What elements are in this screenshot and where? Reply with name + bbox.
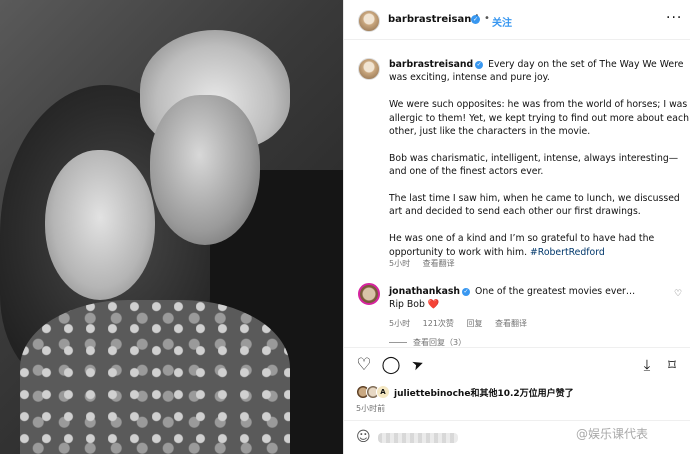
author-avatar[interactable] xyxy=(358,10,380,32)
commenter-username[interactable]: jonathankash xyxy=(389,286,460,297)
caption-meta: 5小时 查看翻译 xyxy=(389,258,465,269)
photo-man-face xyxy=(150,95,260,245)
photo-woman-face xyxy=(45,150,155,300)
caption-paragraph-5: He was one of a kind and I’m so grateful… xyxy=(389,233,655,258)
author-username[interactable]: barbrastreisand xyxy=(388,14,479,25)
download-icon[interactable]: ⤓ xyxy=(637,355,657,375)
caption-avatar[interactable] xyxy=(358,58,380,80)
caption-paragraph-2: We were such opposites: he was from the … xyxy=(389,99,689,138)
view-replies-label: 查看回复（3） xyxy=(413,338,467,347)
comment-reply-button[interactable]: 回复 xyxy=(466,319,482,328)
caption-time: 5小时 xyxy=(389,259,411,268)
heart-outline-icon[interactable]: ♡ xyxy=(354,355,374,375)
post-header: barbrastreisand ✓ • 关注 ··· xyxy=(344,0,690,40)
send-paper-plane-icon[interactable]: ➤ xyxy=(405,352,431,378)
watermark-text: @娱乐课代表 xyxy=(576,427,649,441)
emoji-icon[interactable]: ☺ xyxy=(356,429,371,445)
comment-input[interactable] xyxy=(378,433,458,443)
verified-icon: ✓ xyxy=(462,287,471,296)
heart-emoji: ❤️ xyxy=(427,299,440,310)
comment-bubble-icon[interactable]: ◯ xyxy=(381,355,401,375)
photo-floral-dress xyxy=(20,300,290,454)
comment-time: 5小时 xyxy=(389,319,411,328)
caption-username[interactable]: barbrastreisand xyxy=(389,59,473,70)
likes-summary[interactable]: A juliettebinoche和其他10.2万位用户赞了 xyxy=(356,384,686,400)
liker-avatar: A xyxy=(376,385,390,399)
caption-text: barbrastreisand ✓ Every day on the set of… xyxy=(389,58,690,272)
comment-text: jonathankash ✓ One of the greatest movies… xyxy=(389,285,669,311)
comment-body: One of the greatest movies ever… xyxy=(475,286,636,297)
comment-likes[interactable]: 121次赞 xyxy=(423,319,454,328)
likes-text: juliettebinoche和其他10.2万位用户赞了 xyxy=(394,389,574,399)
separator-dot: • xyxy=(484,13,490,24)
comment-like-icon[interactable]: ♡ xyxy=(674,289,682,299)
divider xyxy=(344,347,690,348)
post-time: 5小时前 xyxy=(356,404,386,413)
follow-button[interactable]: 关注 xyxy=(492,14,512,29)
comment-body-line2: Rip Bob xyxy=(389,299,425,310)
hashtag-link[interactable]: #RobertRedford xyxy=(530,247,605,258)
caption-paragraph-3: Bob was charismatic, intelligent, intens… xyxy=(389,152,679,178)
verified-icon: ✓ xyxy=(475,60,484,69)
post-panel: barbrastreisand ✓ • 关注 ··· barbrastreisa… xyxy=(343,0,690,454)
replies-line xyxy=(389,342,407,343)
commenter-avatar[interactable] xyxy=(358,283,380,305)
caption-paragraph-4: The last time I saw him, when he came to… xyxy=(389,193,680,218)
bookmark-icon[interactable]: ⌑ xyxy=(662,355,682,375)
verified-icon: ✓ xyxy=(471,15,480,24)
comment-meta: 5小时 121次赞 回复 查看翻译 xyxy=(389,318,537,329)
post-photo[interactable] xyxy=(0,0,343,454)
caption-see-translation[interactable]: 查看翻译 xyxy=(423,259,455,268)
action-bar: ♡ ◯ ➤ ⤓ ⌑ xyxy=(344,355,690,379)
more-options-icon[interactable]: ··· xyxy=(666,10,682,26)
comment-see-translation[interactable]: 查看翻译 xyxy=(495,319,527,328)
